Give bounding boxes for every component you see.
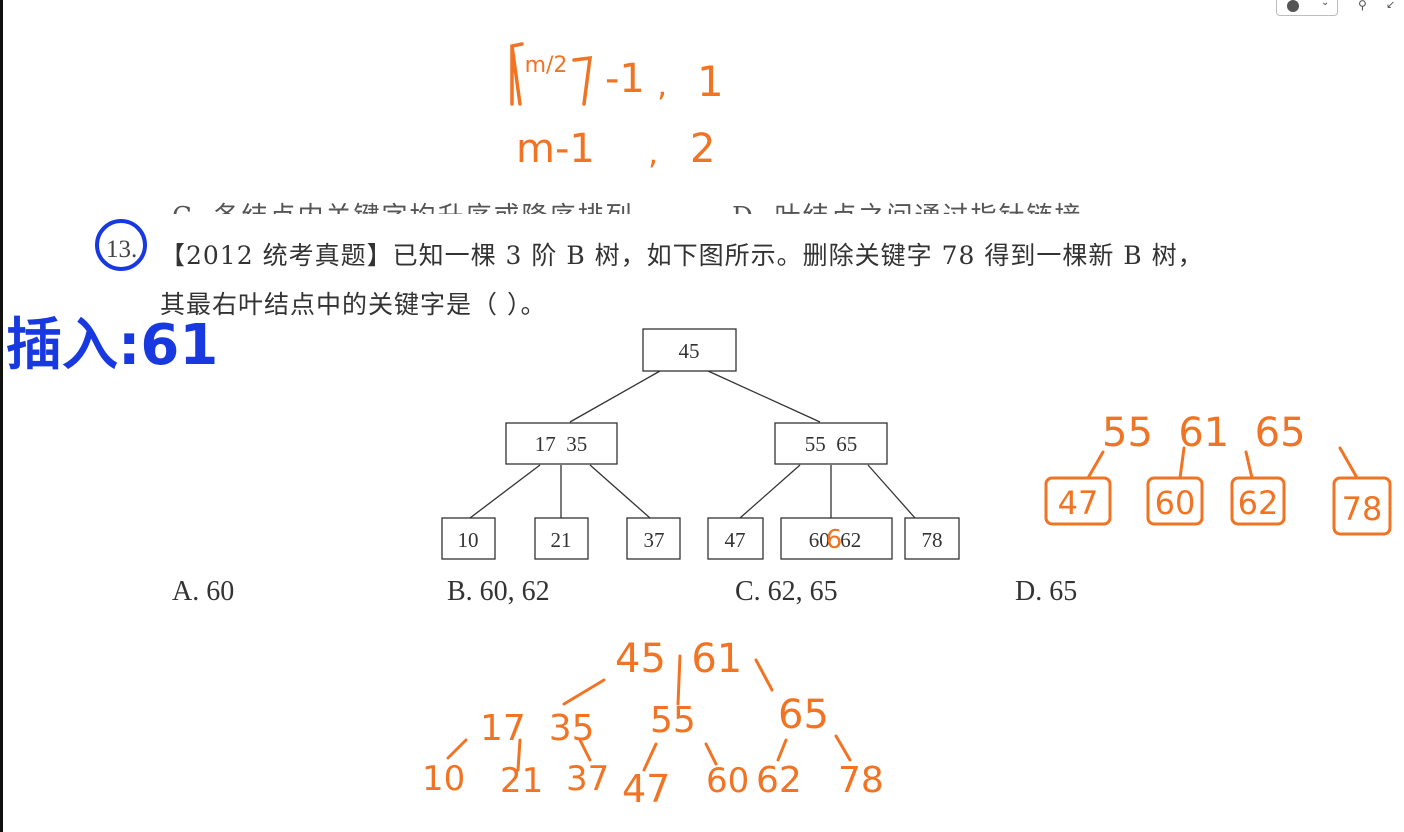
- handwriting-top: m/2 -1 , 1 m-1 , 2: [510, 42, 724, 172]
- hw-bottom-leaf-78: 78: [838, 760, 884, 801]
- hw-bottom-leaf-21: 21: [500, 761, 543, 801]
- hw-bottom-leaf-62: 62: [756, 760, 802, 801]
- hw-right-leaf-78: 78: [1342, 490, 1383, 528]
- hw-comma-1: ,: [657, 66, 667, 104]
- hw-right-leaf-47: 47: [1058, 484, 1099, 522]
- hw-bottom-leaf-60: 60: [706, 761, 749, 801]
- leaf-47-label: 47: [725, 528, 746, 552]
- hw-insert-61: 插入:61: [6, 313, 218, 378]
- hw-right-top: 55 61 65: [1102, 410, 1306, 456]
- leaf-78-label: 78: [922, 528, 943, 552]
- hw-bottom-leaf-37: 37: [566, 759, 609, 799]
- edge-left-10: [469, 464, 541, 519]
- edge-root-left: [569, 370, 661, 423]
- hw-right-leaf-60: 60: [1155, 484, 1196, 522]
- hw-val-1: 1: [697, 57, 724, 106]
- hw-bottom-right: 65: [778, 692, 829, 738]
- hw-frac: m/2: [525, 53, 568, 78]
- hw-minus-one: -1: [605, 56, 645, 102]
- question-circle-mark: [95, 219, 147, 271]
- figure-layer: 45 17 35 55 65 10 21 37 47 60 62 78 6 m/…: [6, 42, 1392, 811]
- node-root-label: 45: [679, 339, 700, 363]
- hw-bottom-left: 17 35: [480, 708, 595, 749]
- hw-bottom-leaf-10: 10: [422, 759, 465, 799]
- hw-bottom-leaf-47: 47: [622, 767, 670, 811]
- hw-bottom-mid: 55: [650, 700, 696, 741]
- handwriting-bottom-tree: 45 61 17 35 55 65 10 21 37 47 60 62 78: [422, 636, 884, 811]
- node-left-label: 17 35: [535, 432, 588, 456]
- hw-val-2: 2: [690, 126, 715, 172]
- leaf-37-label: 37: [644, 528, 665, 552]
- edge-right-47: [739, 464, 801, 519]
- hw-right-leaf-62: 62: [1238, 484, 1279, 522]
- hw-comma-2: ,: [648, 134, 658, 172]
- edge-right-78: [867, 464, 916, 519]
- node-right-label: 55 65: [805, 432, 858, 456]
- edge-root-right: [707, 370, 821, 423]
- handwriting-right-tree: 55 61 65 47 60 62 78: [1044, 410, 1392, 536]
- b-tree-diagram: [441, 328, 960, 560]
- edge-left-37: [589, 464, 651, 519]
- hw-m-minus-one: m-1: [516, 126, 595, 172]
- overwrite-digit: 6: [826, 525, 843, 555]
- leaf-21-label: 21: [551, 528, 572, 552]
- leaf-10-label: 10: [458, 528, 479, 552]
